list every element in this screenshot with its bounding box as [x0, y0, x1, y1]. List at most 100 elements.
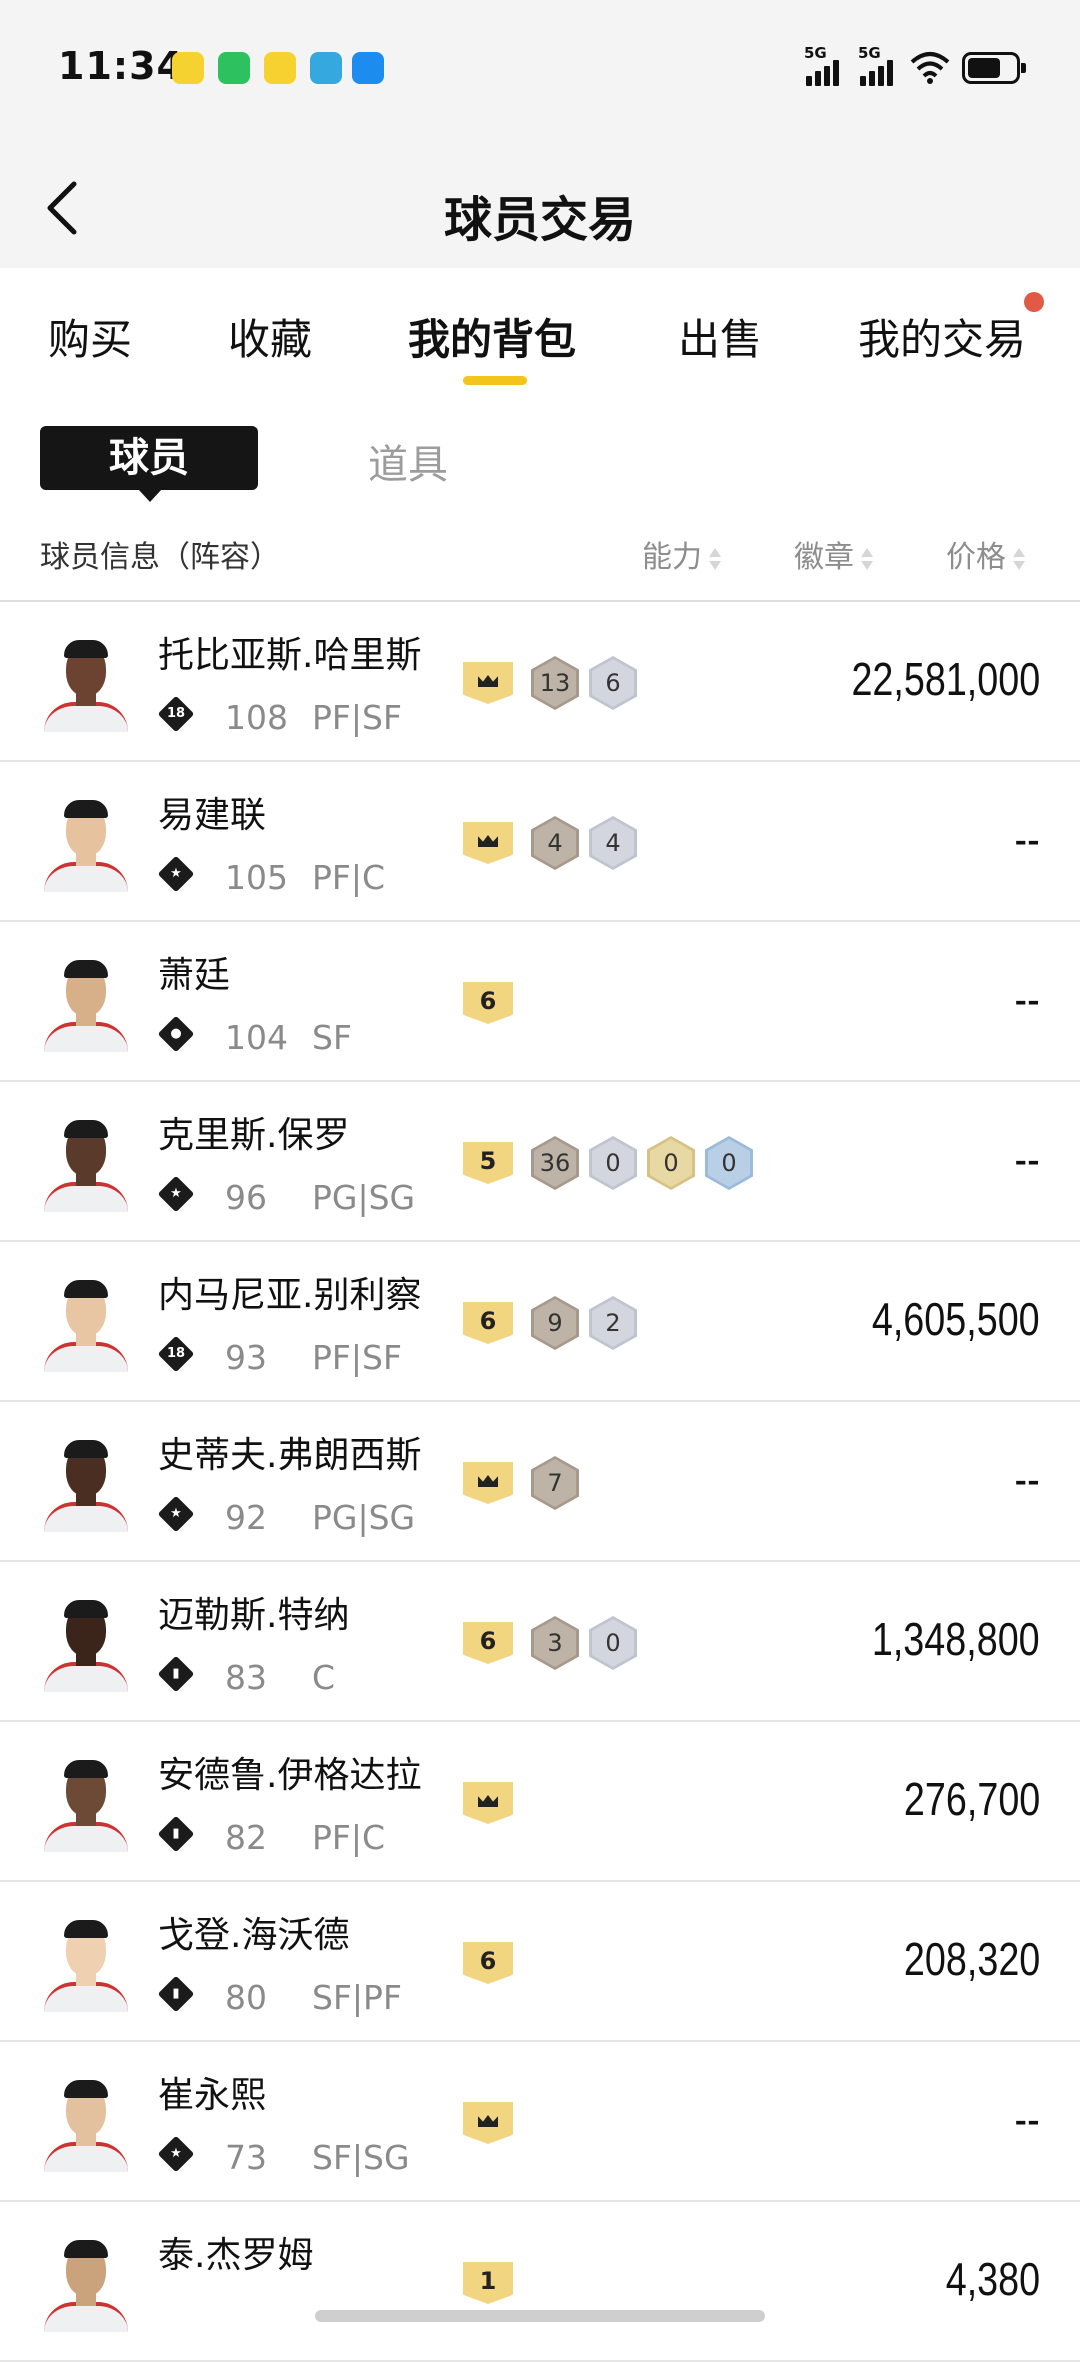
player-price: 1,348,800: [872, 1613, 1040, 1665]
badge-count: 13: [534, 659, 576, 707]
player-row[interactable]: 安德鲁.伊格达拉 ▮ 82 PF|C 276,700: [0, 1722, 1080, 1882]
player-rating: 96: [225, 1178, 267, 1217]
player-price: 4,605,500: [872, 1293, 1040, 1345]
tab-bar: 购买 收藏 我的背包 出售 我的交易: [0, 268, 1080, 388]
player-row[interactable]: 崔永熙 ★ 73 SF|SG --: [0, 2042, 1080, 2202]
player-rating: 73: [225, 2138, 267, 2177]
player-price: 208,320: [903, 1933, 1040, 1985]
badge-count: 4: [592, 819, 634, 867]
level-crown-icon: [463, 662, 513, 704]
player-position: PF|SF: [312, 698, 402, 737]
player-row[interactable]: 泰.杰罗姆 1 4,380: [0, 2202, 1080, 2362]
player-tier-star-icon: ★: [157, 1175, 195, 1213]
badge-count-hex: 0: [647, 1136, 695, 1190]
player-row[interactable]: 易建联 ★ 105 PF|C 4 4 --: [0, 762, 1080, 922]
player-position: C: [312, 1658, 336, 1697]
active-tab-indicator: [463, 376, 527, 385]
player-price: 276,700: [903, 1773, 1040, 1825]
badge-count: 2: [592, 1299, 634, 1347]
level-badge: 6: [463, 982, 513, 1024]
player-price: 22,581,000: [851, 653, 1040, 705]
tab-my-backpack[interactable]: 我的背包: [408, 306, 576, 367]
player-price: --: [1014, 813, 1040, 865]
sort-by-badge[interactable]: 徽章: [794, 532, 874, 576]
player-row[interactable]: 戈登.海沃德 ▮ 80 SF|PF 6 208,320: [0, 1882, 1080, 2042]
player-rating: 92: [225, 1498, 267, 1537]
badge-count-hex: 6: [589, 656, 637, 710]
tab-my-trades[interactable]: 我的交易: [858, 306, 1026, 367]
sort-by-ability[interactable]: 能力: [642, 532, 722, 576]
tab-buy[interactable]: 购买: [48, 306, 132, 367]
player-rating: 105: [225, 858, 288, 897]
badge-count-hex: 3: [531, 1616, 579, 1670]
badge-count-hex: 9: [531, 1296, 579, 1350]
player-avatar: [40, 1920, 132, 2012]
level-crown-icon: [463, 2102, 513, 2144]
badge-count-hex: 0: [589, 1616, 637, 1670]
player-row[interactable]: 托比亚斯.哈里斯 18 108 PF|SF 13 6 22,581,000: [0, 602, 1080, 762]
player-avatar: [40, 1760, 132, 1852]
player-tier-bars-icon: ▮: [157, 1975, 195, 2013]
badge-count: 0: [708, 1139, 750, 1187]
player-position: PG|SG: [312, 1178, 416, 1217]
notification-dot: [1024, 292, 1044, 312]
player-row[interactable]: 史蒂夫.弗朗西斯 ★ 92 PG|SG 7 --: [0, 1402, 1080, 1562]
level-badge: 5: [463, 1142, 513, 1184]
subtab-items[interactable]: 道具: [368, 432, 448, 490]
column-player-info-label: 球员信息（阵容）: [40, 540, 280, 575]
column-badge-label: 徽章: [794, 540, 854, 575]
tab-sell[interactable]: 出售: [678, 306, 762, 367]
player-rating: 82: [225, 1818, 267, 1857]
player-position: SF|SG: [312, 2138, 410, 2177]
wifi-icon: [910, 52, 950, 84]
level-badge: 1: [463, 2262, 513, 2304]
player-position: PF|C: [312, 1818, 386, 1857]
player-row[interactable]: 萧廷 ● 104 SF 6 --: [0, 922, 1080, 1082]
badge-count-hex: 4: [531, 816, 579, 870]
subtab-players[interactable]: 球员: [40, 426, 258, 502]
player-rating: 104: [225, 1018, 288, 1057]
player-tier-number-icon: 18: [157, 695, 195, 733]
sort-by-price[interactable]: 价格: [946, 532, 1026, 576]
player-row[interactable]: 迈勒斯.特纳 ▮ 83 C 6 3 0 1,348,800: [0, 1562, 1080, 1722]
player-price: --: [1014, 973, 1040, 1025]
player-name: 萧廷: [158, 955, 231, 996]
player-position: PF|SF: [312, 1338, 402, 1377]
player-tier-number-icon: 18: [157, 1335, 195, 1373]
badge-count: 0: [592, 1619, 634, 1667]
home-indicator[interactable]: [315, 2310, 765, 2322]
player-avatar: [40, 2080, 132, 2172]
player-price: --: [1014, 1453, 1040, 1505]
sort-icon: [1012, 546, 1026, 572]
player-name: 克里斯.保罗: [158, 1115, 350, 1156]
player-position: PG|SG: [312, 1498, 416, 1537]
level-crown-icon: [463, 1782, 513, 1824]
player-name: 易建联: [158, 795, 267, 836]
player-price: --: [1014, 1133, 1040, 1185]
music-app-notification-icon-2: [264, 52, 296, 84]
player-tier-star-icon: ★: [157, 855, 195, 893]
player-name: 史蒂夫.弗朗西斯: [158, 1435, 422, 1476]
level-badge: 6: [463, 1302, 513, 1344]
level-badge: 6: [463, 1622, 513, 1664]
badge-count-hex: 2: [589, 1296, 637, 1350]
badge-count-hex: 13: [531, 656, 579, 710]
player-avatar: [40, 2240, 132, 2332]
badge-count: 6: [592, 659, 634, 707]
player-avatar: [40, 640, 132, 732]
signal-1-label: 5G: [804, 44, 827, 62]
player-row[interactable]: 内马尼亚.别利察 18 93 PF|SF 6 9 2 4,605,500: [0, 1242, 1080, 1402]
player-row[interactable]: 克里斯.保罗 ★ 96 PG|SG 5 36 0 0 0 --: [0, 1082, 1080, 1242]
level-crown-icon: [463, 1462, 513, 1504]
tab-favorites[interactable]: 收藏: [228, 306, 312, 367]
badge-count-hex: 4: [589, 816, 637, 870]
badge-count: 7: [534, 1459, 576, 1507]
player-name: 泰.杰罗姆: [158, 2235, 314, 2276]
column-price-label: 价格: [946, 540, 1006, 575]
badge-count-hex: 0: [589, 1136, 637, 1190]
column-player-info: 球员信息（阵容）: [40, 532, 280, 576]
wechat-notification-icon: [218, 52, 250, 84]
music-app-notification-icon: [172, 52, 204, 84]
status-time: 11:34: [58, 44, 184, 88]
player-position: PF|C: [312, 858, 386, 897]
